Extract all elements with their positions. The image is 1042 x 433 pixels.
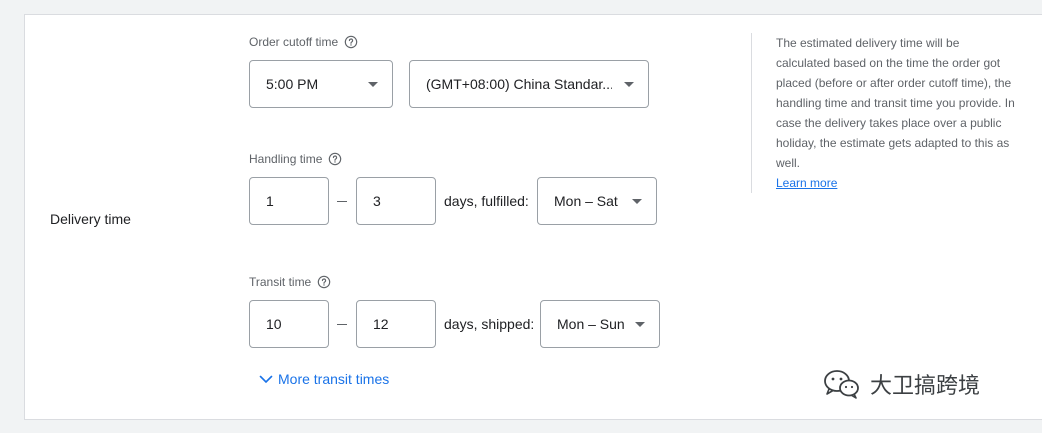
transit-unit-text: days, shipped: (444, 316, 535, 332)
transit-min-input[interactable]: 10 (249, 300, 329, 348)
handling-time-label-text: Handling time (249, 152, 323, 166)
help-circle-icon[interactable] (344, 35, 358, 49)
help-text: The estimated delivery time will be calc… (776, 36, 1015, 170)
range-dash (337, 324, 347, 325)
transit-min-value: 10 (266, 316, 282, 332)
range-dash (337, 201, 347, 202)
chevron-down-icon (259, 375, 273, 383)
handling-days-value: Mon – Sat (554, 193, 618, 209)
watermark: 大卫搞跨境 (822, 368, 980, 400)
delivery-time-card: Delivery time Order cutoff time 5:00 PM … (24, 14, 1042, 420)
dropdown-caret-icon (635, 322, 645, 327)
transit-days-select[interactable]: Mon – Sun (540, 300, 660, 348)
order-cutoff-time-value: 5:00 PM (266, 76, 319, 92)
vertical-divider (751, 33, 752, 193)
wechat-icon (824, 370, 859, 399)
help-circle-icon[interactable] (317, 275, 331, 289)
handling-min-value: 1 (266, 193, 274, 209)
more-transit-times-label: More transit times (278, 371, 390, 387)
order-cutoff-label-text: Order cutoff time (249, 35, 339, 49)
help-circle-icon[interactable] (328, 152, 342, 166)
watermark-text: 大卫搞跨境 (870, 374, 981, 399)
dropdown-caret-icon (368, 82, 378, 87)
transit-time-label-text: Transit time (249, 275, 312, 289)
transit-days-value: Mon – Sun (557, 316, 625, 332)
section-label: Delivery time (50, 211, 131, 227)
dropdown-caret-icon (632, 199, 642, 204)
dropdown-caret-icon (624, 82, 634, 87)
transit-time-label: Transit time (249, 275, 331, 289)
handling-min-input[interactable]: 1 (249, 177, 329, 225)
order-cutoff-label: Order cutoff time (249, 35, 358, 49)
handling-time-label: Handling time (249, 152, 342, 166)
more-transit-times-button[interactable]: More transit times (258, 371, 389, 387)
handling-max-value: 3 (373, 193, 381, 209)
handling-unit-text: days, fulfilled: (444, 193, 529, 209)
learn-more-link[interactable]: Learn more (776, 176, 837, 190)
transit-max-input[interactable]: 12 (356, 300, 436, 348)
order-cutoff-time-select[interactable]: 5:00 PM (249, 60, 393, 108)
handling-days-select[interactable]: Mon – Sat (537, 177, 657, 225)
timezone-select[interactable]: (GMT+08:00) China Standar... (409, 60, 649, 108)
handling-max-input[interactable]: 3 (356, 177, 436, 225)
transit-max-value: 12 (373, 316, 389, 332)
timezone-value: (GMT+08:00) China Standar... (426, 76, 612, 92)
help-panel: The estimated delivery time will be calc… (776, 33, 1016, 193)
